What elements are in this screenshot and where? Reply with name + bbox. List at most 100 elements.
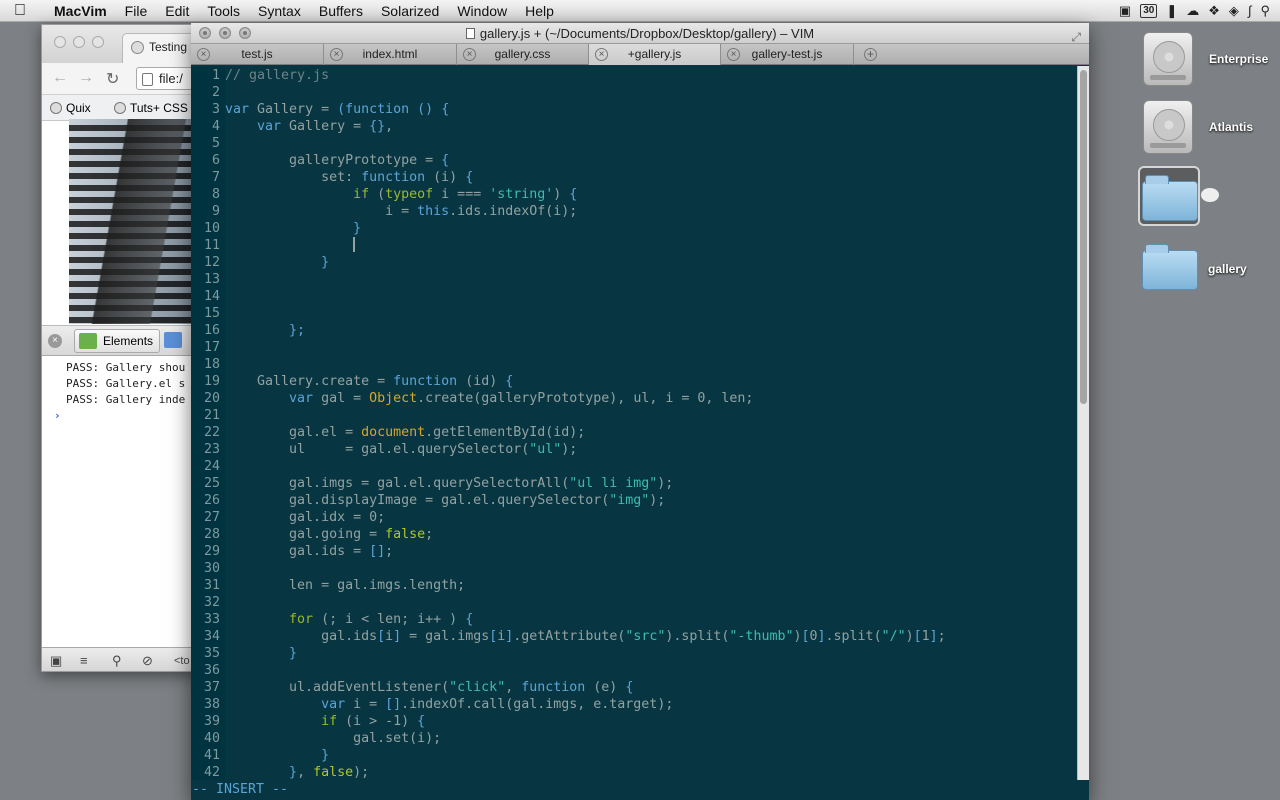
dropbox-icon[interactable]: ❖ [1208,0,1220,22]
code-line[interactable]: 29 gal.ids = []; [191,543,1077,560]
code-line[interactable]: 13 [191,271,1077,288]
console-prompt[interactable]: › [54,408,200,424]
resources-icon[interactable] [164,332,182,348]
wifi-icon[interactable]: ◈ [1229,0,1239,22]
camera-icon[interactable]: ▣ [1119,0,1131,22]
code-line[interactable]: 21 [191,407,1077,424]
frame-selector[interactable]: <to [174,655,190,667]
code-line[interactable]: 37 ul.addEventListener("click", function… [191,679,1077,696]
code-token: } [225,765,298,780]
code-line[interactable]: 31 len = gal.imgs.length; [191,577,1077,594]
code-line[interactable]: 41 } [191,747,1077,764]
browser-tab[interactable]: Testing [122,33,200,63]
vim-tab-index-html[interactable]: × index.html [324,44,457,65]
menu-edit[interactable]: Edit [156,0,198,22]
code-line[interactable]: 18 [191,356,1077,373]
menu-tools[interactable]: Tools [198,0,249,22]
close-icon[interactable]: × [48,334,62,348]
code-line[interactable]: 39 if (i > -1) { [191,713,1077,730]
menu-syntax[interactable]: Syntax [249,0,310,22]
code-line[interactable]: 9 i = this.ids.indexOf(i); [191,203,1077,220]
minimize-icon[interactable] [73,36,85,48]
forward-arrow-icon[interactable]: → [78,69,94,87]
code-line[interactable]: 42 }, false); [191,764,1077,780]
bookmark-quix[interactable]: Quix [50,101,91,115]
zoom-icon[interactable] [239,27,251,39]
back-arrow-icon[interactable]: ← [52,69,68,87]
dock-icon[interactable]: ▣ [50,653,62,669]
menu-window[interactable]: Window [448,0,516,22]
code-line[interactable]: 15 [191,305,1077,322]
code-line[interactable]: 5 [191,135,1077,152]
code-line[interactable]: 26 gal.displayImage = gal.el.querySelect… [191,492,1077,509]
menu-file[interactable]: File [116,0,157,22]
code-line[interactable]: 40 gal.set(i); [191,730,1077,747]
code-line[interactable]: 2 [191,84,1077,101]
close-tab-icon[interactable]: × [595,48,608,61]
calendar-icon[interactable]: 30 [1140,4,1158,18]
code-line[interactable]: 7 set: function (i) { [191,169,1077,186]
close-tab-icon[interactable]: × [330,48,343,61]
code-line[interactable]: 30 [191,560,1077,577]
bookmark-icon[interactable]: ❚ [1166,0,1177,22]
code-line[interactable]: 20 var gal = Object.create(galleryProtot… [191,390,1077,407]
vim-tab-gallery-css[interactable]: × gallery.css [457,44,589,65]
bookmark-tuts-css[interactable]: Tuts+ CSS [114,101,188,115]
console-toggle-icon[interactable]: ≡ [80,653,88,668]
code-line[interactable]: 3 var Gallery = (function () { [191,101,1077,118]
close-icon[interactable] [54,36,66,48]
code-editor[interactable]: 1// gallery.js 2 3 var Gallery = (function … [191,66,1077,780]
code-token: 0 [809,629,818,644]
scrollbar-thumb[interactable] [1080,70,1087,404]
vim-tab-test-js[interactable]: × test.js [191,44,324,65]
vim-tab-gallery-js[interactable]: × +gallery.js [589,44,721,65]
code-line[interactable]: 38 var i = [].indexOf.call(gal.imgs, e.t… [191,696,1077,713]
menu-app-name[interactable]: MacVim [40,0,116,22]
cloud-icon[interactable]: ☁ [1186,0,1199,22]
code-line[interactable]: 28 gal.going = false; [191,526,1077,543]
code-line[interactable]: 6 galleryPrototype = { [191,152,1077,169]
vim-tab-gallery-test-js[interactable]: × gallery-test.js [721,44,854,65]
code-line[interactable]: 16 }; [191,322,1077,339]
code-line[interactable]: 17 [191,339,1077,356]
code-line[interactable]: 36 [191,662,1077,679]
search-icon[interactable]: ⚲ [112,653,122,669]
code-line[interactable]: 14 [191,288,1077,305]
code-line[interactable]: 12 } [191,254,1077,271]
menu-buffers[interactable]: Buffers [310,0,372,22]
code-line[interactable]: 32 [191,594,1077,611]
vertical-scrollbar[interactable] [1077,66,1089,780]
code-line[interactable]: 4 var Gallery = {}, [191,118,1077,135]
code-line[interactable]: 33 for (; i < len; i++ ) { [191,611,1077,628]
code-line[interactable]: 19 Gallery.create = function (id) { [191,373,1077,390]
bluetooth-icon[interactable]: ∫ [1248,0,1252,22]
clear-icon[interactable]: ⊘ [142,653,153,669]
vim-tab-label: +gallery.js [627,47,682,61]
code-line[interactable]: 8 if (typeof i === 'string') { [191,186,1077,203]
code-line[interactable]: 34 gal.ids[i] = gal.imgs[i].getAttribute… [191,628,1077,645]
minimize-icon[interactable] [219,27,231,39]
code-line[interactable]: 23 ul = gal.el.querySelector("ul"); [191,441,1077,458]
spotlight-search-icon[interactable]: ⚲ [1260,0,1270,22]
code-line[interactable]: 1 // gallery.js [191,67,1077,84]
zoom-icon[interactable] [92,36,104,48]
close-tab-icon[interactable]: × [463,48,476,61]
menu-solarized[interactable]: Solarized [372,0,448,22]
browser-tab-title: Testing [149,40,188,54]
close-tab-icon[interactable]: × [197,48,210,61]
menu-help[interactable]: Help [516,0,563,22]
add-tab-icon[interactable]: + [864,48,877,61]
close-tab-icon[interactable]: × [727,48,740,61]
code-line[interactable]: 35 } [191,645,1077,662]
code-line[interactable]: 24 [191,458,1077,475]
code-line[interactable]: 10 } [191,220,1077,237]
close-icon[interactable] [199,27,211,39]
code-line[interactable]: 27 gal.idx = 0; [191,509,1077,526]
apple-icon[interactable]:  [0,2,40,20]
code-line[interactable]: 11 [191,237,1077,254]
devtools-tab-elements[interactable]: Elements [74,329,161,353]
code-line[interactable]: 25 gal.imgs = gal.el.querySelectorAll("u… [191,475,1077,492]
reload-icon[interactable]: ↻ [106,69,119,89]
code-line[interactable]: 22 gal.el = document.getElementById(id); [191,424,1077,441]
code-token: {} [369,119,386,134]
